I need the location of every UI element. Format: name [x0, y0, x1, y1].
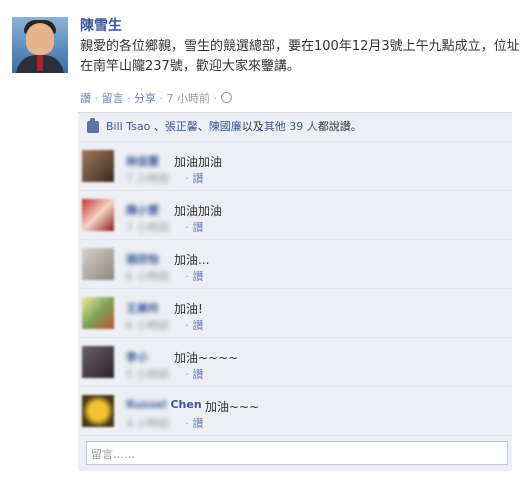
commenter-name[interactable]: 李小 — [126, 349, 148, 365]
comment-text: 加油! — [174, 302, 203, 316]
like-link[interactable]: 讚 — [80, 92, 91, 105]
comment-meta: 7 小時前 · 讚 — [126, 170, 204, 186]
author-avatar[interactable] — [12, 17, 68, 73]
liker-name[interactable]: 張正馨 — [165, 120, 198, 133]
commenter-avatar[interactable] — [82, 248, 114, 280]
comment-like-link[interactable]: 讚 — [193, 221, 204, 234]
avatar-tie — [37, 55, 43, 71]
comment-text: 加油~~~ — [205, 400, 260, 414]
comment-meta: 5 小時前 · 讚 — [126, 366, 204, 382]
commenter-name[interactable]: 林佳慧 — [126, 153, 159, 169]
comment-like-link[interactable]: 讚 — [193, 270, 204, 283]
comment-time[interactable]: 4 小時前 — [126, 415, 182, 431]
comment-item: 王美玲 加油! 6 小時前 · 讚 — [78, 289, 512, 338]
comment-time[interactable]: 6 小時前 — [126, 268, 182, 284]
comments-panel: Bill Tsao 、張正馨、陳國廉以及其他 39 人都說讚。 林佳慧 加油加油… — [78, 112, 512, 471]
comment-input[interactable]: 留言…… — [86, 441, 508, 465]
comment-time[interactable]: 7 小時前 — [126, 170, 182, 186]
commenter-avatar[interactable] — [82, 199, 114, 231]
comment-link[interactable]: 留言 — [102, 92, 124, 105]
commenter-avatar[interactable] — [82, 297, 114, 329]
comment-meta: 4 小時前 · 讚 — [126, 415, 204, 431]
commenter-avatar[interactable] — [82, 346, 114, 378]
thumbs-up-icon — [87, 118, 99, 133]
likes-summary: Bill Tsao 、張正馨、陳國廉以及其他 39 人都說讚。 — [78, 113, 512, 142]
comment-like-link[interactable]: 讚 — [193, 319, 204, 332]
share-link[interactable]: 分享 — [134, 92, 156, 105]
commenter-name-first: Russel — [126, 398, 167, 411]
comment-item: 林佳慧 加油加油 7 小時前 · 讚 — [78, 142, 512, 191]
comment-text: 加油加油 — [174, 155, 223, 169]
comment-item: 張欣怡 加油... 6 小時前 · 讚 — [78, 240, 512, 289]
likers-others-link[interactable]: 其他 39 人 — [264, 120, 318, 133]
commenter-name[interactable]: 張欣怡 — [126, 251, 159, 267]
commenter-name[interactable]: 陳小雯 — [126, 202, 159, 218]
comment-text: 加油... — [174, 253, 210, 267]
post-author[interactable]: 陳雪生 — [80, 15, 122, 35]
avatar-face — [26, 23, 54, 55]
comment-like-link[interactable]: 讚 — [193, 368, 204, 381]
comment-time[interactable]: 6 小時前 — [126, 317, 182, 333]
commenter-avatar[interactable] — [82, 150, 114, 182]
comment-meta: 6 小時前 · 讚 — [126, 317, 204, 333]
post-time[interactable]: 7 小時前 — [167, 92, 211, 105]
comment-text: 加油~~~~ — [174, 351, 239, 365]
liker-name[interactable]: 陳國廉 — [209, 120, 242, 133]
commenter-name-last: Chen — [170, 398, 202, 411]
commenter-name[interactable]: 王美玲 — [126, 300, 159, 316]
post-message: 親愛的各位鄉親，雪生的競選總部，要在100年12月3號上午九點成立，位址在南竿山… — [80, 39, 520, 74]
commenter-avatar[interactable] — [82, 395, 114, 427]
comment-like-link[interactable]: 讚 — [193, 172, 204, 185]
comment-meta: 7 小時前 · 讚 — [126, 219, 204, 235]
comment-text: 加油加油 — [174, 204, 223, 218]
comment-meta: 6 小時前 · 讚 — [126, 268, 204, 284]
comment-input-placeholder: 留言…… — [91, 448, 135, 461]
comment-like-link[interactable]: 讚 — [193, 417, 204, 430]
comment-item: Russel Chen 加油~~~ 4 小時前 · 讚 — [78, 387, 512, 436]
comment-time[interactable]: 5 小時前 — [126, 366, 182, 382]
post-actions: 讚 · 留言 · 分享 · 7 小時前 · — [80, 90, 232, 106]
comment-item: 李小 加油~~~~ 5 小時前 · 讚 — [78, 338, 512, 387]
liker-name[interactable]: Bill Tsao — [106, 120, 150, 133]
comment-item: 陳小雯 加油加油 7 小時前 · 讚 — [78, 191, 512, 240]
commenter-name[interactable]: Russel Chen — [126, 398, 202, 411]
globe-icon — [220, 92, 232, 103]
comment-time[interactable]: 7 小時前 — [126, 219, 182, 235]
